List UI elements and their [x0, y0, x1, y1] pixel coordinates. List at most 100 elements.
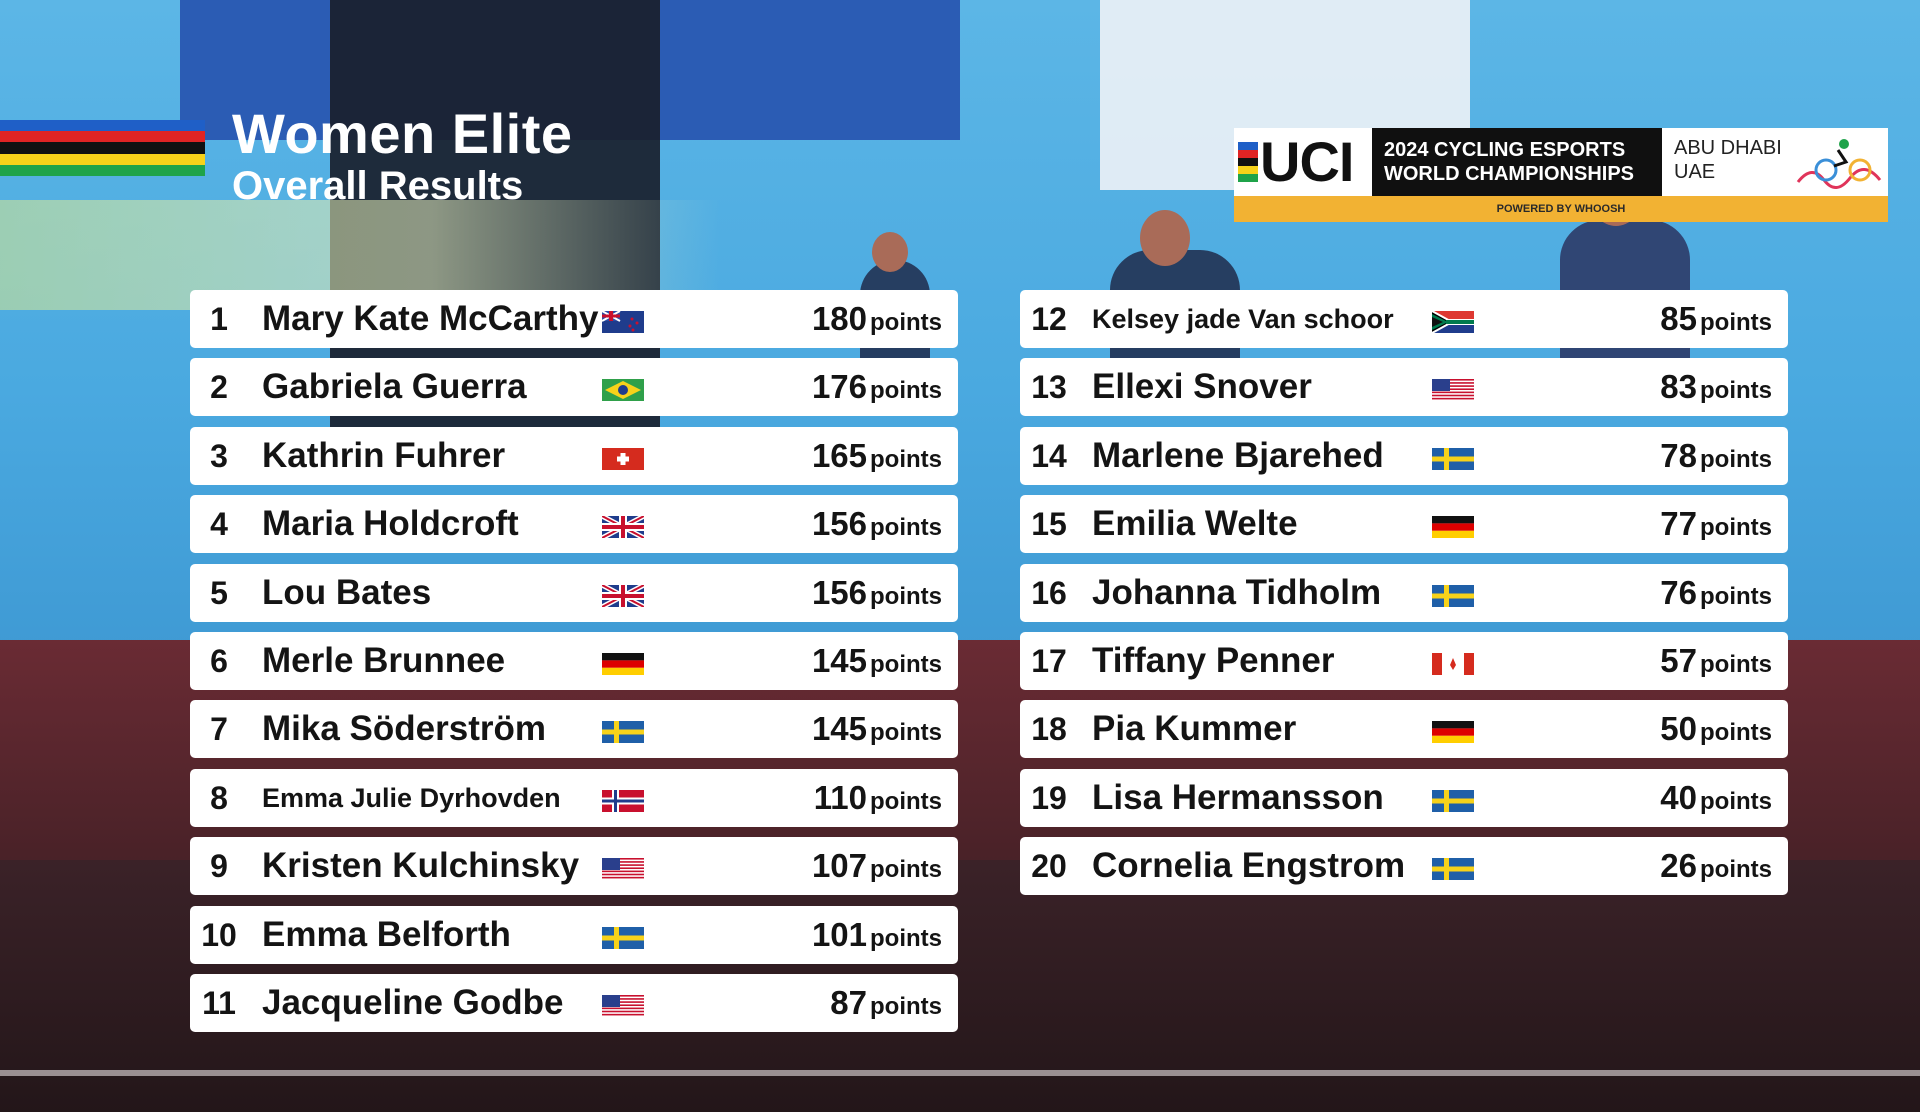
- result-row: 20 Cornelia Engstrom 26 points: [1020, 837, 1788, 896]
- rank-number: 19: [1031, 779, 1067, 816]
- flag-sweden-icon: [1432, 584, 1474, 607]
- points-value: 156 points: [812, 495, 942, 553]
- rank-number: 2: [210, 369, 228, 406]
- result-row: 9 Kristen Kulchinsky 107 points: [190, 837, 958, 896]
- points-number: 40: [1660, 778, 1697, 816]
- sponsor-text: POWERED BY WHOOSH: [1496, 203, 1626, 215]
- rider-name: Johanna Tidholm: [1092, 572, 1382, 612]
- rider-name: Jacqueline Godbe: [262, 982, 564, 1022]
- rider-name: Merle Brunnee: [262, 640, 506, 680]
- result-row: 19 Lisa Hermansson 40 points: [1020, 768, 1788, 827]
- points-value: 50 points: [1660, 700, 1772, 758]
- rider-name: Cornelia Engstrom: [1092, 846, 1406, 886]
- result-row: 3 Kathrin Fuhrer 165 points: [190, 426, 958, 485]
- points-label: points: [1700, 377, 1772, 405]
- points-value: 26 points: [1660, 837, 1772, 895]
- rank-number: 11: [202, 984, 236, 1021]
- flag-sweden-icon: [602, 926, 644, 949]
- flag-great-britain-icon: [600, 582, 646, 609]
- event-line-2: WORLD CHAMPIONSHIPS: [1384, 163, 1634, 185]
- points-label: points: [870, 856, 942, 884]
- flag-switzerland-icon: [602, 447, 644, 470]
- flag-sweden-icon: [1432, 858, 1474, 881]
- flag-usa-icon: [602, 858, 644, 881]
- points-label: points: [1700, 309, 1772, 336]
- flag-germany-icon: [602, 652, 644, 675]
- points-number: 85: [1660, 300, 1697, 337]
- cyclist-emblem-icon: [1796, 139, 1882, 189]
- result-row: 5 Lou Bates 156 points: [190, 563, 958, 622]
- points-number: 107: [811, 847, 867, 885]
- rider-name: Mary Kate McCarthy: [262, 299, 599, 338]
- rainbow-stripes: [0, 120, 205, 176]
- points-value: 57 points: [1660, 632, 1772, 690]
- rank-number: 5: [210, 574, 228, 611]
- result-row: 13 Ellexi Snover 83 points: [1020, 358, 1788, 417]
- rainbow-stripe: [0, 153, 205, 165]
- rider-name: Lou Bates: [262, 572, 432, 612]
- rainbow-stripe: [0, 131, 205, 143]
- rider-name: Kristen Kulchinsky: [262, 846, 580, 886]
- event-name: 2024 CYCLING ESPORTS WORLD CHAMPIONSHIPS: [1372, 128, 1662, 196]
- location-line-2: UAE: [1674, 161, 1716, 183]
- title-block: Women Elite Overall Results: [232, 104, 573, 209]
- rider-name: Maria Holdcroft: [262, 504, 519, 544]
- result-row: 4 Maria Holdcroft 156 points: [190, 495, 958, 554]
- points-number: 156: [811, 573, 867, 611]
- points-value: 76 points: [1660, 564, 1772, 622]
- points-label: points: [1700, 582, 1772, 610]
- background-rider-head: [1140, 210, 1190, 266]
- rider-name: Emma Belforth: [262, 914, 511, 954]
- background-stage-edge: [0, 1070, 1920, 1076]
- points-number: 76: [1660, 573, 1697, 611]
- flag-usa-icon: [1432, 379, 1474, 402]
- result-row: 15 Emilia Welte 77 points: [1020, 495, 1788, 554]
- points-label: points: [870, 719, 942, 747]
- result-row: 18 Pia Kummer 50 points: [1020, 700, 1788, 759]
- rider-name: Kathrin Fuhrer: [262, 435, 506, 475]
- points-value: 176 points: [812, 358, 942, 416]
- result-row: 17 Tiffany Penner 57 points: [1020, 631, 1788, 690]
- rank-number: 20: [1031, 848, 1067, 885]
- points-number: 180: [811, 300, 867, 337]
- points-label: points: [870, 787, 942, 815]
- rank-number: 8: [210, 779, 228, 816]
- rank-number: 17: [1031, 642, 1067, 679]
- points-value: 107 points: [812, 837, 942, 895]
- points-label: points: [1700, 445, 1772, 473]
- rank-number: 4: [210, 506, 228, 543]
- result-row: 10 Emma Belforth 101 points: [190, 905, 958, 964]
- points-label: points: [1700, 856, 1772, 884]
- points-value: 40 points: [1660, 769, 1772, 827]
- points-number: 83: [1660, 368, 1697, 406]
- points-label: points: [1700, 719, 1772, 747]
- rider-name: Marlene Bjarehed: [1092, 435, 1384, 475]
- points-number: 26: [1660, 847, 1697, 885]
- result-row: 1 Mary Kate McCarthy 180 points: [190, 290, 958, 348]
- points-label: points: [870, 514, 942, 542]
- uci-logo: UCI 2024 CYCLING ESPORTS WORLD CHAMPIONS…: [1234, 128, 1888, 222]
- result-row: 7 Mika Söderström 145 points: [190, 700, 958, 759]
- points-number: 78: [1660, 436, 1697, 474]
- points-number: 156: [811, 505, 867, 543]
- rainbow-stripe: [0, 164, 205, 176]
- points-number: 176: [811, 368, 867, 406]
- points-value: 85 points: [1660, 290, 1772, 348]
- rainbow-stripe: [0, 120, 205, 132]
- results-column-right: 12 Kelsey jade Van schoor 85 points 13 Ellex…: [1020, 290, 1788, 906]
- points-number: 87: [830, 983, 867, 1021]
- sponsor-bar: POWERED BY WHOOSH: [1234, 196, 1888, 222]
- points-label: points: [1700, 514, 1772, 542]
- points-number: 145: [811, 641, 867, 679]
- background-rider-head: [872, 232, 908, 272]
- points-label: points: [1700, 650, 1772, 678]
- rank-number: 7: [210, 711, 228, 748]
- flag-brazil-icon: [602, 379, 644, 402]
- rank-number: 14: [1031, 437, 1067, 474]
- location-line-1: ABU DHABI: [1674, 137, 1782, 159]
- flag-canada-icon: [1432, 652, 1474, 675]
- rider-name: Pia Kummer: [1092, 709, 1297, 749]
- points-label: points: [870, 924, 942, 952]
- points-number: 165: [811, 436, 867, 474]
- points-label: points: [870, 650, 942, 678]
